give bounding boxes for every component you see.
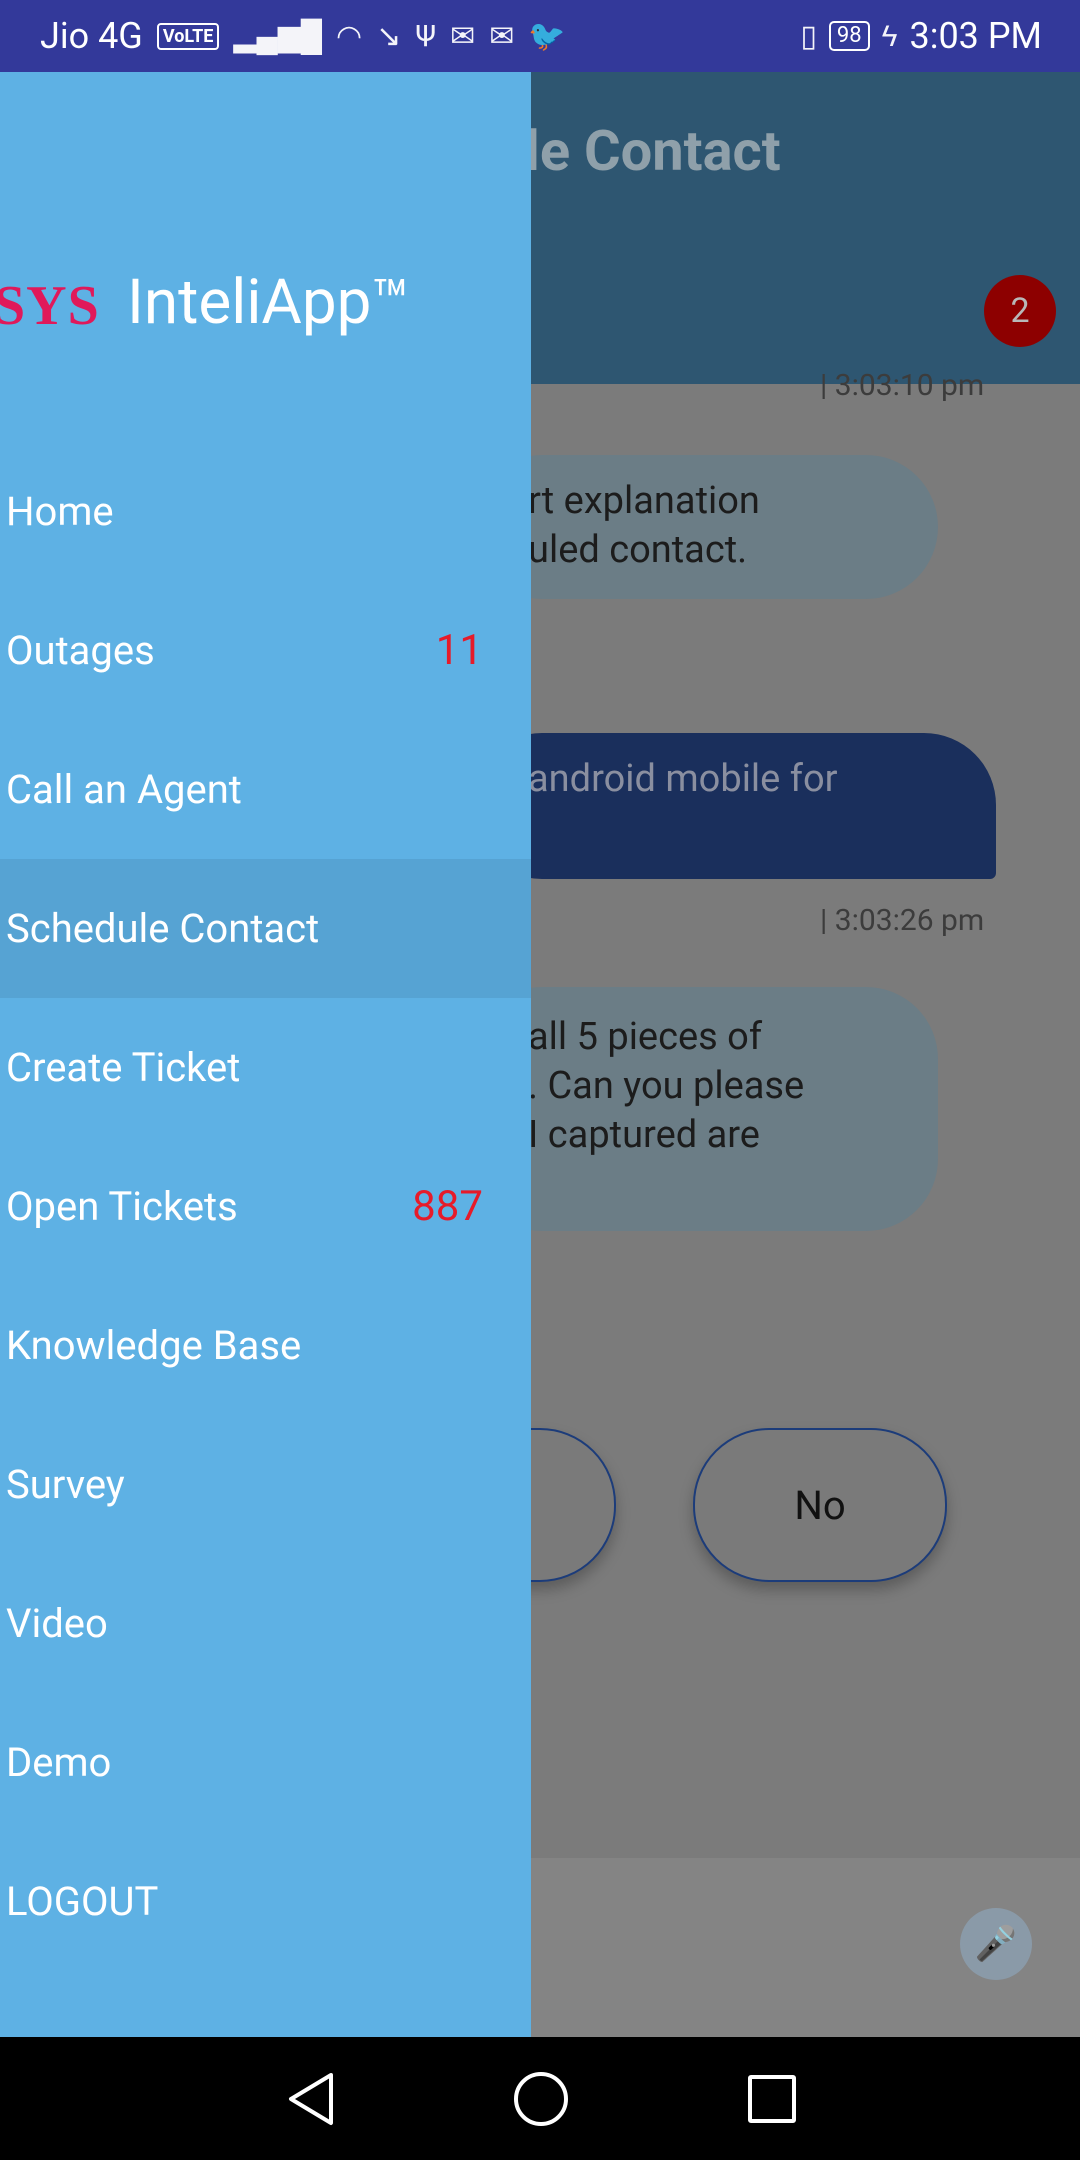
menu-item-label: Outages <box>6 627 155 674</box>
message-line: . Can you please <box>528 1064 805 1108</box>
bot-message-bubble: all 5 pieces of . Can you please I captu… <box>470 987 938 1231</box>
menu-item-open-tickets[interactable]: Open Tickets 887 <box>0 1137 531 1276</box>
clock: 3:03 PM <box>909 15 1043 57</box>
outlook-icon: ✉ <box>450 18 476 54</box>
menu-item-label: Demo <box>6 1739 112 1786</box>
menu-item-knowledge-base[interactable]: Knowledge Base <box>0 1276 531 1415</box>
outages-count-badge: 11 <box>435 626 483 675</box>
menu-item-logout[interactable]: LOGOUT <box>0 1832 531 1971</box>
microphone-icon[interactable]: 🎤 <box>960 1908 1032 1980</box>
carrier-label: Jio 4G <box>40 15 143 57</box>
wifi-icon: ◠ <box>336 18 363 54</box>
menu-item-label: Home <box>6 488 114 535</box>
usb-icon: Ψ <box>415 18 437 54</box>
charging-icon: ϟ <box>881 18 898 54</box>
status-bar: Jio 4G VoLTE ▂▄▆█ ◠ ↘ Ψ ✉ ✉ 🐦 ▯ 98 ϟ 3:0… <box>0 0 1080 72</box>
menu-item-demo[interactable]: Demo <box>0 1693 531 1832</box>
menu-item-create-ticket[interactable]: Create Ticket <box>0 998 531 1137</box>
menu-item-label: Knowledge Base <box>6 1322 302 1369</box>
back-icon[interactable] <box>285 2071 337 2127</box>
home-icon[interactable] <box>514 2072 568 2126</box>
message-timestamp: | 3:03:10 pm <box>820 368 985 403</box>
no-option-button[interactable]: No <box>693 1428 947 1582</box>
brand-logo-text: SYS <box>0 275 100 337</box>
signal-icon: ▂▄▆█ <box>233 18 323 54</box>
navigation-drawer: SYS InteliApp™ Home Outages 11 Call an A… <box>0 72 531 2037</box>
open-tickets-count-badge: 887 <box>412 1182 483 1231</box>
menu-item-label: Schedule Contact <box>6 905 320 952</box>
vibrate-icon: ▯ <box>800 18 817 54</box>
menu-item-label: Open Tickets <box>6 1183 238 1230</box>
bot-message-bubble: rt explanation uled contact. <box>470 455 938 599</box>
menu-item-call-agent[interactable]: Call an Agent <box>0 720 531 859</box>
system-nav-bar <box>0 2037 1080 2160</box>
menu-item-label: Video <box>6 1600 108 1647</box>
battery-icon: 98 <box>828 21 870 51</box>
drawer-menu: Home Outages 11 Call an Agent Schedule C… <box>0 442 531 1971</box>
menu-item-label: Create Ticket <box>6 1044 241 1091</box>
page-title: le Contact <box>525 118 781 184</box>
notification-badge[interactable]: 2 <box>984 275 1056 347</box>
message-line: I captured are <box>528 1113 760 1157</box>
menu-item-schedule-contact[interactable]: Schedule Contact <box>0 859 531 998</box>
volte-icon: VoLTE <box>156 22 220 50</box>
gmail-icon: ✉ <box>489 18 515 54</box>
message-line: rt explanation <box>528 479 760 523</box>
user-message-bubble: android mobile for <box>470 733 996 879</box>
menu-item-outages[interactable]: Outages 11 <box>0 581 531 720</box>
recent-apps-icon[interactable] <box>748 2075 796 2123</box>
message-line: all 5 pieces of <box>528 1015 763 1059</box>
message-line: uled contact. <box>528 528 748 572</box>
app-name-logo: InteliApp™ <box>127 266 411 339</box>
missed-call-icon: ↘ <box>376 18 402 54</box>
menu-item-label: Survey <box>6 1461 125 1508</box>
twitter-icon: 🐦 <box>528 18 566 54</box>
menu-item-label: LOGOUT <box>6 1878 159 1925</box>
menu-item-label: Call an Agent <box>6 766 242 813</box>
message-line: android mobile for <box>528 757 838 801</box>
menu-item-survey[interactable]: Survey <box>0 1415 531 1554</box>
message-timestamp: | 3:03:26 pm <box>820 903 985 938</box>
menu-item-home[interactable]: Home <box>0 442 531 581</box>
app-logo: SYS InteliApp™ <box>0 192 531 339</box>
menu-item-video[interactable]: Video <box>0 1554 531 1693</box>
